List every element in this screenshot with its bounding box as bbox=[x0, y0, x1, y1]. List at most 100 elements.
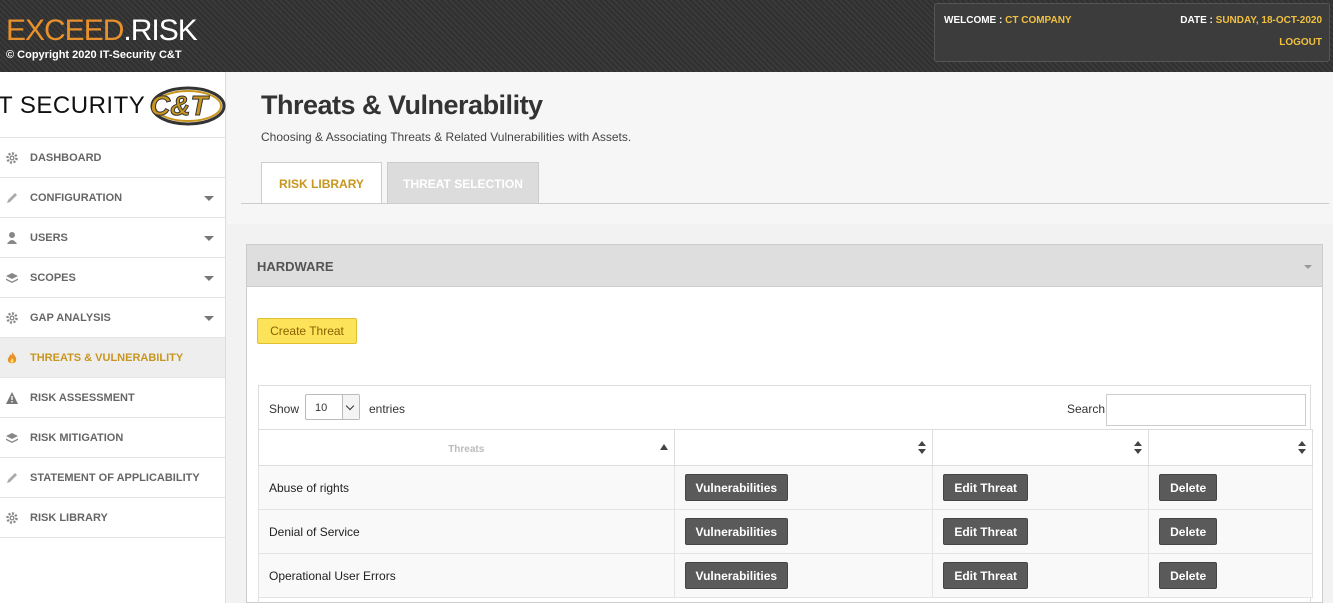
welcome-text: WELCOME : CT COMPANY bbox=[944, 15, 1072, 26]
threat-cell: Operational User Errors bbox=[258, 553, 675, 598]
action-cell: Vulnerabilities bbox=[673, 465, 934, 510]
chevron-down-icon[interactable] bbox=[204, 196, 214, 201]
create-threat-button[interactable]: Create Threat bbox=[257, 318, 357, 344]
action-cell: Vulnerabilities bbox=[673, 509, 934, 554]
sidebar-item-label: STATEMENT OF APPLICABILITY bbox=[30, 472, 200, 484]
threat-cell: Abuse of rights bbox=[258, 465, 675, 510]
sidebar-item-label: THREATS & VULNERABILITY bbox=[30, 352, 184, 364]
table-row: Abuse of rights Vulnerabilities Edit Threa… bbox=[258, 465, 1313, 510]
chevron-down-icon[interactable] bbox=[204, 236, 214, 241]
delete-button[interactable]: Delete bbox=[1159, 562, 1218, 589]
threat-name-cell: Abuse of rights bbox=[269, 480, 350, 495]
pencil-icon bbox=[5, 471, 19, 485]
page-title: Threats & Vulnerability bbox=[261, 90, 543, 120]
sidebar-item-label: RISK MITIGATION bbox=[30, 432, 124, 444]
pencil-icon bbox=[5, 191, 19, 205]
main-content: Threats & Vulnerability Choosing & Assoc… bbox=[227, 72, 1333, 603]
column-header-label: Threats bbox=[448, 443, 485, 455]
action-cell: Edit Threat bbox=[932, 509, 1150, 554]
sidebar-item-label: GAP ANALYSIS bbox=[30, 312, 111, 324]
sidebar-item-label: USERS bbox=[30, 232, 68, 244]
action-cell: Edit Threat bbox=[932, 553, 1150, 598]
sidebar-item-risk-assessment[interactable]: RISK ASSESSMENT bbox=[0, 378, 225, 418]
threat-name-cell: Operational User Errors bbox=[269, 568, 396, 583]
action-cell: Delete bbox=[1148, 553, 1313, 598]
user-icon bbox=[5, 231, 19, 245]
sidebar-item-label: RISK ASSESSMENT bbox=[30, 392, 135, 404]
top-header: EXCEED.RISK © Copyright 2020 IT-Security… bbox=[0, 0, 1333, 72]
layers-icon bbox=[5, 271, 19, 285]
layers-icon bbox=[5, 431, 19, 445]
gear-icon bbox=[5, 311, 19, 325]
welcome-label: WELCOME : bbox=[944, 15, 1006, 26]
sort-icon[interactable] bbox=[1134, 441, 1143, 455]
search-input[interactable] bbox=[1106, 394, 1306, 426]
tab-content: HARDWARE Create Threat Show 10 entries S… bbox=[227, 224, 1333, 603]
gear-icon bbox=[5, 511, 19, 525]
chevron-down-icon[interactable] bbox=[204, 276, 214, 281]
page-size-value: 10 bbox=[315, 402, 328, 414]
threats-table-wrapper: Show 10 entries Search: Threats Abuse of… bbox=[258, 385, 1313, 603]
sidebar-item-statement-of-applicability[interactable]: STATEMENT OF APPLICABILITY bbox=[0, 458, 225, 498]
sidebar-item-threats-and-vulnerability[interactable]: THREATS & VULNERABILITY bbox=[0, 338, 225, 378]
logo-text: T SECURITY bbox=[0, 92, 146, 119]
sidebar-item-configuration[interactable]: CONFIGURATION bbox=[0, 178, 225, 218]
ct-logo-icon: C&T bbox=[150, 86, 226, 126]
copyright-text: © Copyright 2020 IT-Security C&T bbox=[6, 49, 182, 61]
delete-button[interactable]: Delete bbox=[1159, 474, 1218, 501]
page-size-select[interactable]: 10 bbox=[305, 394, 360, 420]
column-header-edit[interactable] bbox=[932, 429, 1150, 466]
sidebar-item-label: RISK LIBRARY bbox=[30, 512, 108, 524]
tab-risk-library[interactable]: RISK LIBRARY bbox=[261, 162, 382, 204]
sort-icon[interactable] bbox=[918, 441, 927, 455]
action-cell: Vulnerabilities bbox=[673, 553, 934, 598]
logout-link[interactable]: LOGOUT bbox=[1279, 37, 1322, 48]
hardware-panel: HARDWARE Create Threat Show 10 entries S… bbox=[246, 244, 1323, 603]
vulnerabilities-button[interactable]: Vulnerabilities bbox=[684, 518, 789, 545]
gear-icon bbox=[5, 151, 19, 165]
sidebar-item-dashboard[interactable]: DASHBOARD bbox=[0, 138, 225, 178]
table-row: Operational User Errors Vulnerabilities Ed… bbox=[258, 553, 1313, 598]
chevron-down-icon[interactable] bbox=[342, 395, 359, 419]
company-logo: T SECURITY C&T bbox=[0, 72, 226, 138]
vulnerabilities-button[interactable]: Vulnerabilities bbox=[684, 562, 789, 589]
sidebar-item-label: CONFIGURATION bbox=[30, 192, 123, 204]
brand-part1: EXCEED bbox=[6, 14, 124, 47]
edit-threat-button[interactable]: Edit Threat bbox=[943, 474, 1028, 501]
svg-text:C&T: C&T bbox=[150, 90, 210, 121]
sidebar-item-label: SCOPES bbox=[30, 272, 76, 284]
edit-threat-button[interactable]: Edit Threat bbox=[943, 518, 1028, 545]
entries-label: entries bbox=[369, 402, 406, 416]
sidebar-item-risk-library[interactable]: RISK LIBRARY bbox=[0, 498, 225, 538]
tab-threat-selection[interactable]: THREAT SELECTION bbox=[387, 162, 539, 204]
column-header-threats[interactable]: Threats bbox=[258, 429, 675, 466]
sidebar-item-users[interactable]: USERS bbox=[0, 218, 225, 258]
column-header-delete[interactable] bbox=[1148, 429, 1313, 466]
fire-icon bbox=[5, 351, 19, 365]
sidebar-item-risk-mitigation[interactable]: RISK MITIGATION bbox=[0, 418, 225, 458]
action-cell: Edit Threat bbox=[932, 465, 1150, 510]
threats-table: Threats Abuse of rights Vulnerabilities … bbox=[258, 429, 1313, 598]
page-subtitle: Choosing & Associating Threats & Related… bbox=[261, 130, 632, 144]
action-cell: Delete bbox=[1148, 509, 1313, 554]
collapse-caret-icon[interactable] bbox=[1304, 265, 1312, 269]
show-label: Show bbox=[269, 402, 300, 416]
warning-icon bbox=[5, 391, 19, 405]
date-text: DATE : SUNDAY, 18-OCT-2020 bbox=[1180, 15, 1322, 26]
panel-title: HARDWARE bbox=[257, 259, 334, 274]
search-label: Search: bbox=[1067, 402, 1109, 416]
sidebar-item-scopes[interactable]: SCOPES bbox=[0, 258, 225, 298]
sidebar-item-gap-analysis[interactable]: GAP ANALYSIS bbox=[0, 298, 225, 338]
sort-ascending-icon[interactable] bbox=[659, 444, 668, 450]
action-cell: Delete bbox=[1148, 465, 1313, 510]
app-logo: EXCEED.RISK bbox=[6, 14, 198, 48]
user-info-box: WELCOME : CT COMPANY DATE : SUNDAY, 18-O… bbox=[934, 3, 1330, 62]
panel-header[interactable]: HARDWARE bbox=[247, 245, 1322, 287]
chevron-down-icon[interactable] bbox=[204, 316, 214, 321]
sort-icon[interactable] bbox=[1298, 441, 1306, 455]
threat-cell: Denial of Service bbox=[258, 509, 675, 554]
edit-threat-button[interactable]: Edit Threat bbox=[943, 562, 1028, 589]
column-header-vulnerabilities[interactable] bbox=[673, 429, 934, 466]
delete-button[interactable]: Delete bbox=[1159, 518, 1218, 545]
vulnerabilities-button[interactable]: Vulnerabilities bbox=[684, 474, 789, 501]
